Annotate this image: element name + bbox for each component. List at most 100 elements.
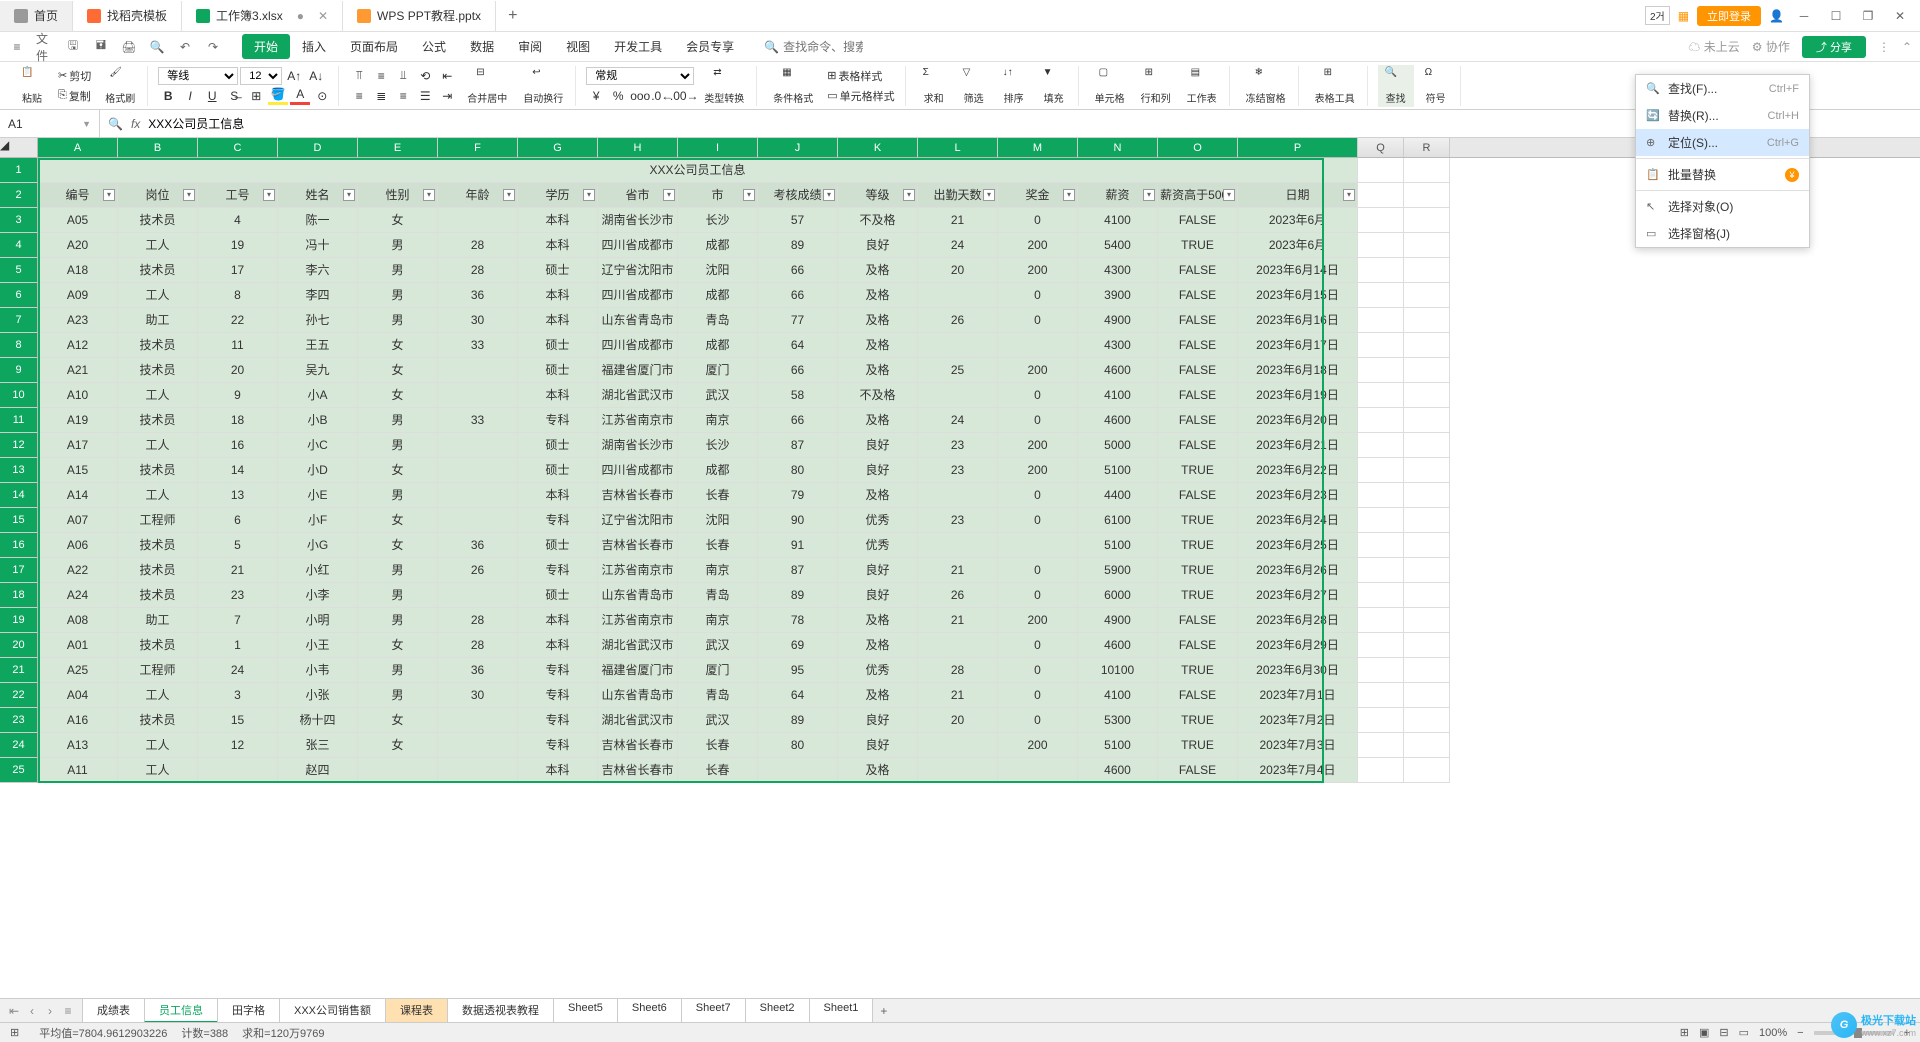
menu-tab-公式[interactable]: 公式 bbox=[410, 34, 458, 59]
data-cell[interactable]: 2023年6月21日 bbox=[1238, 433, 1358, 458]
data-cell[interactable]: 专科 bbox=[518, 408, 598, 433]
data-cell[interactable]: 江苏省南京市 bbox=[598, 408, 678, 433]
data-cell[interactable]: 技术员 bbox=[118, 358, 198, 383]
header-cell[interactable]: 编号▾ bbox=[38, 183, 118, 208]
data-cell[interactable]: 5100 bbox=[1078, 733, 1158, 758]
data-cell[interactable] bbox=[438, 508, 518, 533]
column-header[interactable]: C bbox=[198, 138, 278, 157]
data-cell[interactable]: 28 bbox=[438, 608, 518, 633]
row-header[interactable]: 12 bbox=[0, 433, 38, 458]
data-cell[interactable] bbox=[438, 433, 518, 458]
symbol-button[interactable]: Ω符号 bbox=[1418, 65, 1454, 107]
sheet-tab[interactable]: XXX公司销售额 bbox=[279, 998, 386, 1023]
header-cell[interactable]: 工号▾ bbox=[198, 183, 278, 208]
row-header[interactable]: 13 bbox=[0, 458, 38, 483]
data-cell[interactable]: 26 bbox=[438, 558, 518, 583]
data-cell[interactable]: 男 bbox=[358, 433, 438, 458]
data-cell[interactable]: 良好 bbox=[838, 583, 918, 608]
undo-icon[interactable]: ↶ bbox=[176, 38, 194, 56]
fill-color-button[interactable]: 🪣 bbox=[268, 87, 288, 105]
data-cell[interactable]: 福建省厦门市 bbox=[598, 658, 678, 683]
data-cell[interactable]: 工人 bbox=[118, 758, 198, 783]
font-size-select[interactable]: 12 bbox=[240, 67, 282, 85]
data-cell[interactable]: 2023年7月1日 bbox=[1238, 683, 1358, 708]
data-cell[interactable]: 本科 bbox=[518, 483, 598, 508]
data-cell[interactable]: 200 bbox=[998, 733, 1078, 758]
data-cell[interactable]: 工人 bbox=[118, 433, 198, 458]
title-cell[interactable]: XXX公司员工信息 bbox=[38, 158, 1358, 183]
data-cell[interactable]: 硕士 bbox=[518, 333, 598, 358]
data-cell[interactable]: 2023年6月20日 bbox=[1238, 408, 1358, 433]
view-reading-icon[interactable]: ▭ bbox=[1739, 1026, 1749, 1039]
data-cell[interactable]: 及格 bbox=[838, 258, 918, 283]
data-cell[interactable]: 本科 bbox=[518, 283, 598, 308]
data-cell[interactable]: 女 bbox=[358, 508, 438, 533]
data-cell[interactable]: 5300 bbox=[1078, 708, 1158, 733]
data-cell[interactable]: 山东省青岛市 bbox=[598, 583, 678, 608]
data-cell[interactable] bbox=[918, 483, 998, 508]
row-header[interactable]: 20 bbox=[0, 633, 38, 658]
data-cell[interactable]: 本科 bbox=[518, 758, 598, 783]
data-cell[interactable]: 4100 bbox=[1078, 383, 1158, 408]
view-layout-icon[interactable]: ▣ bbox=[1699, 1026, 1709, 1039]
data-cell[interactable]: 吉林省长春市 bbox=[598, 533, 678, 558]
data-cell[interactable]: 优秀 bbox=[838, 508, 918, 533]
data-cell[interactable] bbox=[438, 583, 518, 608]
data-cell[interactable]: 良好 bbox=[838, 708, 918, 733]
row-header[interactable]: 21 bbox=[0, 658, 38, 683]
data-cell[interactable] bbox=[358, 758, 438, 783]
copy-button[interactable]: ⎘ 复制 bbox=[54, 87, 95, 105]
data-cell[interactable]: 青岛 bbox=[678, 583, 758, 608]
data-cell[interactable]: 女 bbox=[358, 733, 438, 758]
mode-icon[interactable]: ⊞ bbox=[10, 1026, 19, 1039]
data-cell[interactable]: 吴九 bbox=[278, 358, 358, 383]
data-cell[interactable]: 0 bbox=[998, 208, 1078, 233]
data-cell[interactable]: 5100 bbox=[1078, 458, 1158, 483]
find-button[interactable]: 🔍查找 bbox=[1378, 65, 1414, 107]
data-cell[interactable]: A05 bbox=[38, 208, 118, 233]
view-pagebreak-icon[interactable]: ⊟ bbox=[1719, 1026, 1728, 1039]
data-cell[interactable]: 28 bbox=[918, 658, 998, 683]
cut-button[interactable]: ✂ 剪切 bbox=[54, 67, 95, 85]
data-cell[interactable]: 2023年6月24日 bbox=[1238, 508, 1358, 533]
column-header[interactable]: K bbox=[838, 138, 918, 157]
data-cell[interactable]: 硕士 bbox=[518, 433, 598, 458]
data-cell[interactable]: 小韦 bbox=[278, 658, 358, 683]
cond-format-button[interactable]: ▦条件格式 bbox=[767, 65, 819, 107]
filter-arrow-icon[interactable]: ▾ bbox=[663, 189, 675, 201]
data-cell[interactable]: 技术员 bbox=[118, 408, 198, 433]
row-header[interactable]: 15 bbox=[0, 508, 38, 533]
data-cell[interactable]: 4600 bbox=[1078, 758, 1158, 783]
data-cell[interactable]: 89 bbox=[758, 708, 838, 733]
data-cell[interactable]: 及格 bbox=[838, 683, 918, 708]
data-cell[interactable]: FALSE bbox=[1158, 483, 1238, 508]
data-cell[interactable]: 专科 bbox=[518, 683, 598, 708]
data-cell[interactable]: A13 bbox=[38, 733, 118, 758]
paste-button[interactable]: 📋粘贴 bbox=[14, 65, 50, 107]
data-cell[interactable]: FALSE bbox=[1158, 408, 1238, 433]
row-header[interactable]: 3 bbox=[0, 208, 38, 233]
menu-tab-数据[interactable]: 数据 bbox=[458, 34, 506, 59]
filter-arrow-icon[interactable]: ▾ bbox=[263, 189, 275, 201]
filter-arrow-icon[interactable]: ▾ bbox=[183, 189, 195, 201]
data-cell[interactable]: 3 bbox=[198, 683, 278, 708]
data-cell[interactable]: 2023年6月23日 bbox=[1238, 483, 1358, 508]
data-cell[interactable]: 武汉 bbox=[678, 633, 758, 658]
data-cell[interactable]: A15 bbox=[38, 458, 118, 483]
data-cell[interactable]: 6 bbox=[198, 508, 278, 533]
data-cell[interactable] bbox=[918, 283, 998, 308]
data-cell[interactable]: A25 bbox=[38, 658, 118, 683]
menu-tab-视图[interactable]: 视图 bbox=[554, 34, 602, 59]
data-cell[interactable]: 本科 bbox=[518, 233, 598, 258]
filter-arrow-icon[interactable]: ▾ bbox=[1343, 189, 1355, 201]
data-cell[interactable]: 四川省成都市 bbox=[598, 233, 678, 258]
header-cell[interactable]: 薪资高于5000▾ bbox=[1158, 183, 1238, 208]
filter-arrow-icon[interactable]: ▾ bbox=[743, 189, 755, 201]
data-cell[interactable]: 硕士 bbox=[518, 258, 598, 283]
data-cell[interactable]: 5900 bbox=[1078, 558, 1158, 583]
data-cell[interactable]: 南京 bbox=[678, 608, 758, 633]
header-cell[interactable]: 奖金▾ bbox=[998, 183, 1078, 208]
data-cell[interactable]: 5400 bbox=[1078, 233, 1158, 258]
increase-font-icon[interactable]: A↑ bbox=[284, 67, 304, 85]
share-button[interactable]: ⤴ 分享 bbox=[1802, 36, 1866, 58]
